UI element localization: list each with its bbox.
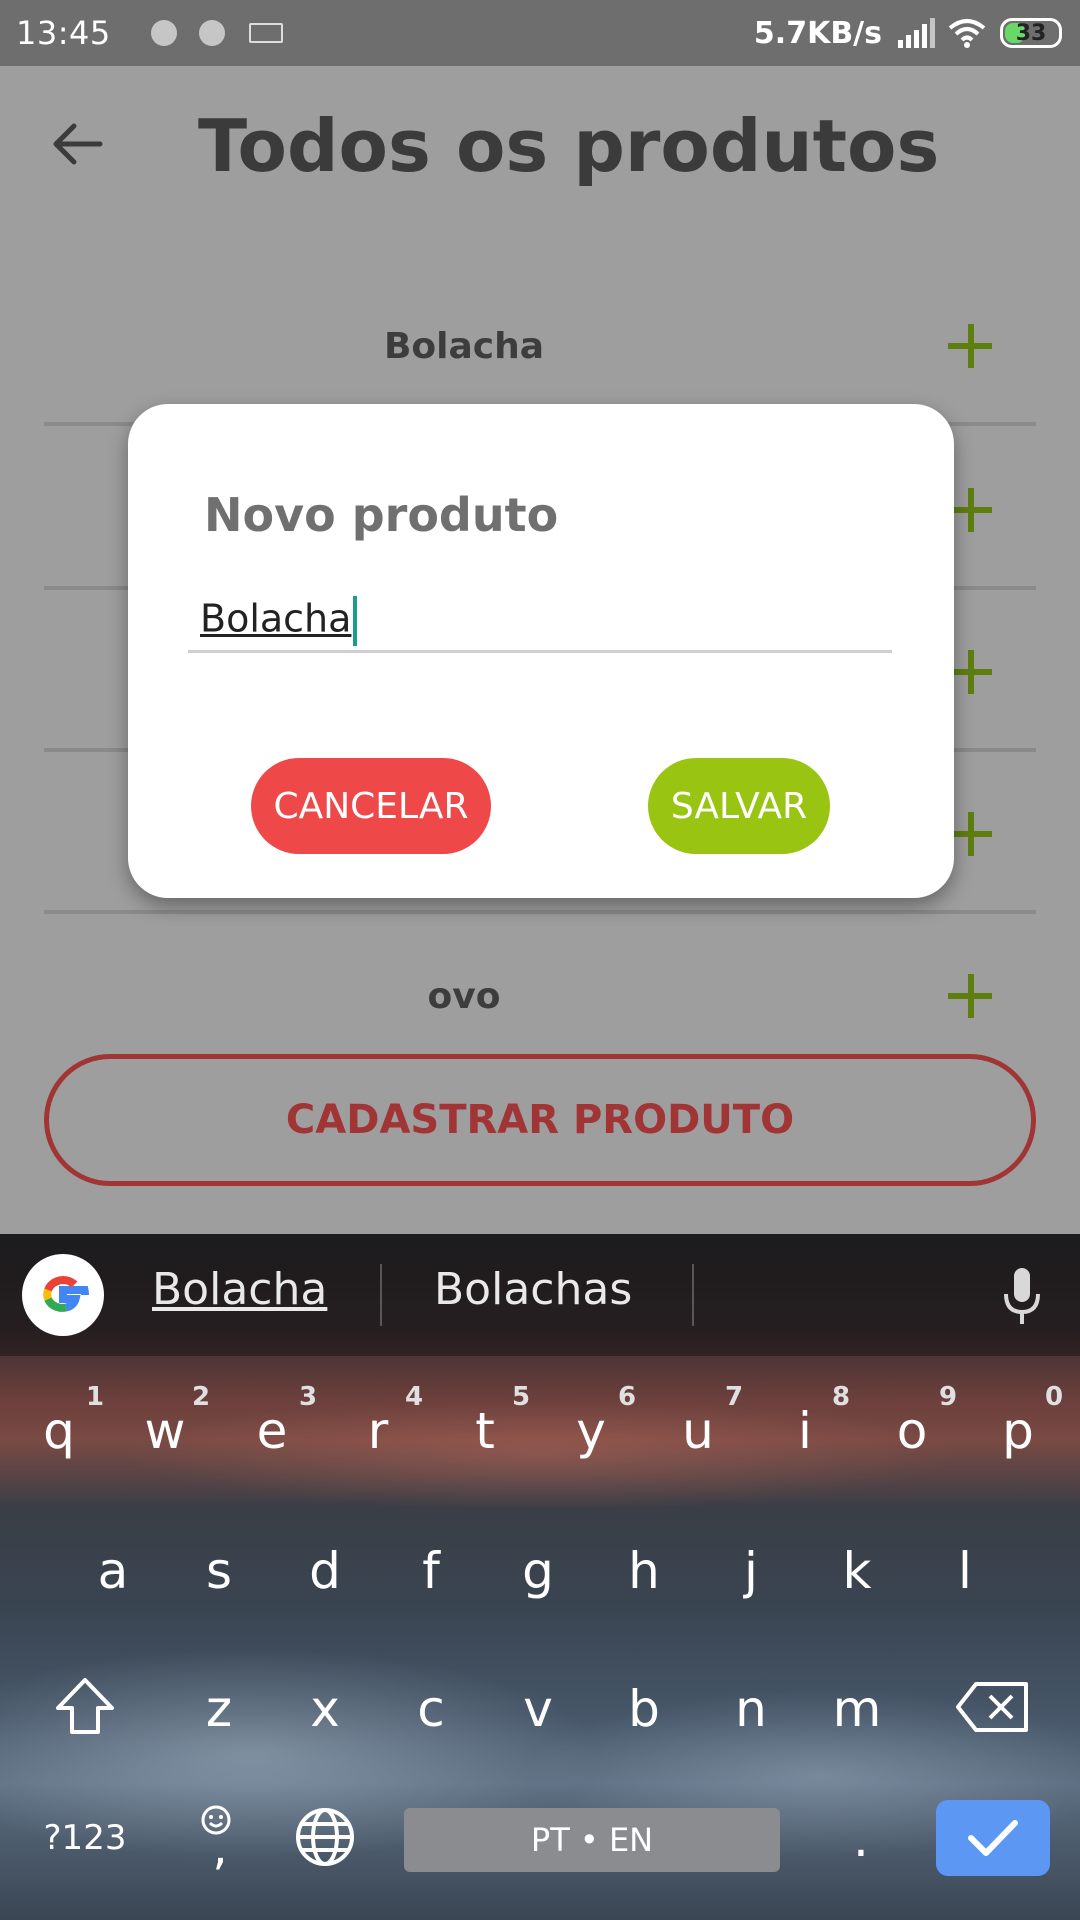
key-f[interactable]: f xyxy=(386,1542,476,1600)
enter-key[interactable] xyxy=(936,1800,1050,1876)
key-n[interactable]: n xyxy=(706,1680,796,1738)
key-a[interactable]: a xyxy=(68,1542,158,1600)
microphone-icon[interactable] xyxy=(1002,1266,1042,1328)
wifi-icon xyxy=(948,19,986,48)
key-hint: 1 xyxy=(86,1382,105,1412)
period-key[interactable]: . xyxy=(816,1810,906,1868)
key-j[interactable]: j xyxy=(706,1542,796,1600)
key-d[interactable]: d xyxy=(280,1542,370,1600)
register-product-button[interactable]: CADASTRAR PRODUTO xyxy=(44,1054,1036,1186)
notification-icon xyxy=(198,20,225,46)
list-item[interactable]: Bolacha xyxy=(44,266,1036,426)
product-name: ovo xyxy=(427,976,501,1017)
cancel-button[interactable]: CANCELAR xyxy=(251,758,491,854)
shift-icon[interactable] xyxy=(52,1676,118,1736)
key-m[interactable]: m xyxy=(812,1680,902,1738)
product-name: Bolacha xyxy=(383,326,545,367)
plus-icon[interactable] xyxy=(948,974,992,1018)
suggestion-divider xyxy=(692,1264,694,1326)
battery-icon: 33 xyxy=(1000,18,1062,48)
suggestion-item[interactable]: Bolacha xyxy=(152,1264,327,1315)
list-item[interactable]: ovo xyxy=(44,916,1036,1076)
dialog-title: Novo produto xyxy=(204,488,559,542)
key-k[interactable]: k xyxy=(812,1542,902,1600)
network-speed: 5.7KB/s xyxy=(753,15,882,51)
save-button[interactable]: SALVAR xyxy=(648,758,830,854)
google-icon[interactable] xyxy=(22,1254,104,1336)
key-hint: 0 xyxy=(1045,1382,1064,1412)
key-z[interactable]: z xyxy=(174,1680,264,1738)
key-hint: 6 xyxy=(618,1382,637,1412)
key-hint: 5 xyxy=(512,1382,531,1412)
symbols-key[interactable]: ?123 xyxy=(40,1818,130,1858)
key-v[interactable]: v xyxy=(493,1680,583,1738)
input-value: Bolacha xyxy=(200,596,352,641)
status-time: 13:45 xyxy=(16,14,111,52)
key-g[interactable]: g xyxy=(493,1542,583,1600)
key-h[interactable]: h xyxy=(599,1542,689,1600)
key-hint: 7 xyxy=(725,1382,744,1412)
battery-level: 33 xyxy=(1015,20,1047,46)
key-l[interactable]: l xyxy=(920,1542,1010,1600)
product-name-input[interactable]: Bolacha xyxy=(188,596,892,653)
suggestion-bar: Bolacha Bolachas xyxy=(0,1234,1080,1356)
key-s[interactable]: s xyxy=(174,1542,264,1600)
signal-icon xyxy=(896,18,935,48)
page-title: Todos os produtos xyxy=(198,104,940,188)
text-caret xyxy=(353,596,358,646)
globe-icon[interactable] xyxy=(294,1806,356,1868)
key-x[interactable]: x xyxy=(280,1680,370,1738)
checkmark-icon xyxy=(968,1820,1018,1856)
plus-icon[interactable] xyxy=(948,812,992,856)
plus-icon[interactable] xyxy=(948,488,992,532)
plus-icon[interactable] xyxy=(948,650,992,694)
notification-icon xyxy=(150,20,177,46)
back-arrow-icon[interactable] xyxy=(48,114,108,174)
key-c[interactable]: c xyxy=(386,1680,476,1738)
key-hint: 9 xyxy=(939,1382,958,1412)
backspace-icon[interactable] xyxy=(956,1680,1030,1734)
key-hint: 4 xyxy=(405,1382,424,1412)
key-hint: 2 xyxy=(192,1382,211,1412)
key-hint: 8 xyxy=(832,1382,851,1412)
key-hint: 3 xyxy=(299,1382,318,1412)
plus-icon[interactable] xyxy=(948,324,992,368)
soft-keyboard: Bolacha Bolachas q1w2e3r4t5y6u7i8o9p0asd… xyxy=(0,1234,1080,1920)
keyboard-icon xyxy=(248,23,283,43)
new-product-dialog: Novo produto Bolacha CANCELAR SALVAR xyxy=(128,404,954,898)
comma-key[interactable]: , xyxy=(175,1820,265,1876)
suggestion-divider xyxy=(380,1264,382,1326)
suggestion-item[interactable]: Bolachas xyxy=(434,1264,632,1315)
key-b[interactable]: b xyxy=(599,1680,689,1738)
space-key[interactable]: PT • EN xyxy=(404,1808,780,1872)
status-bar: 13:45 5.7KB/s 33 xyxy=(0,0,1080,66)
